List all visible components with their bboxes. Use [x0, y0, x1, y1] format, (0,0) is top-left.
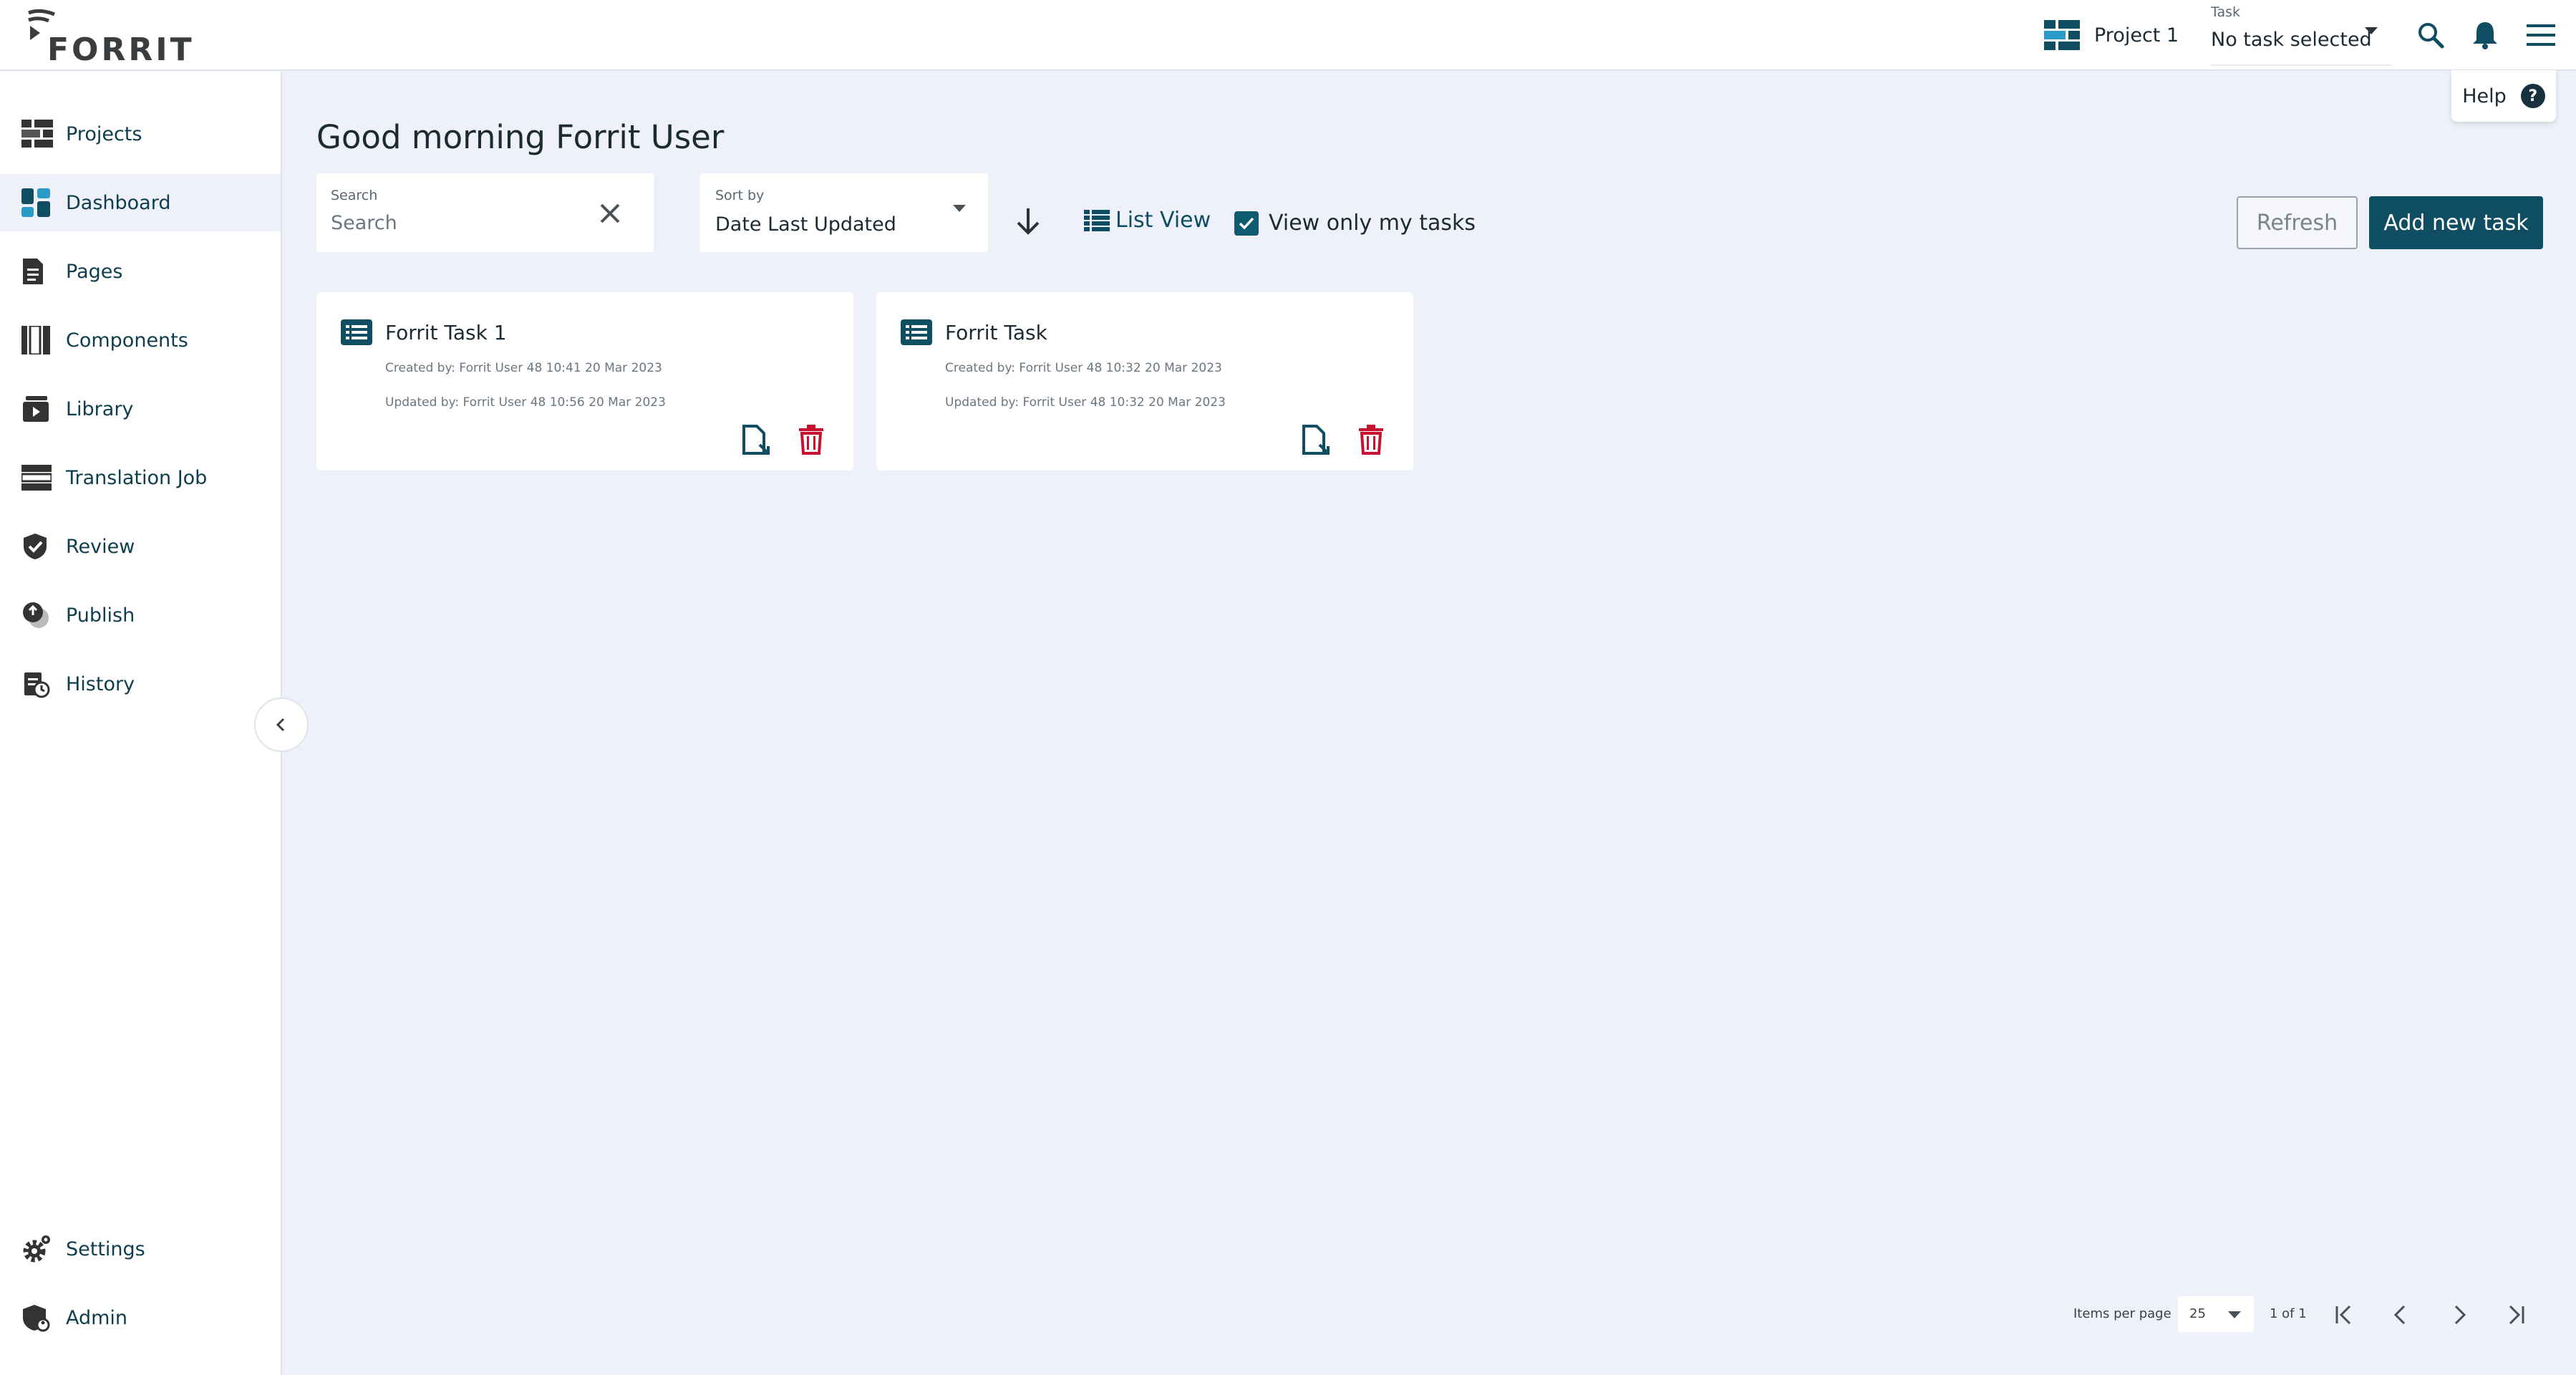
history-icon: [21, 668, 53, 700]
publish-icon: [21, 599, 53, 631]
collapse-sidebar-button[interactable]: [254, 698, 309, 752]
components-icon: [21, 324, 53, 356]
projects-icon: [21, 118, 53, 150]
first-page-icon[interactable]: [2331, 1302, 2357, 1328]
task-list-icon: [901, 319, 932, 345]
hamburger-menu-icon: [2527, 24, 2555, 46]
sidebar-item-settings[interactable]: Settings: [0, 1220, 281, 1278]
sidebar-item-label: Projects: [66, 122, 142, 145]
close-icon[interactable]: [597, 201, 623, 226]
review-icon: [21, 531, 53, 562]
page-icon: [21, 256, 53, 287]
help-label: Help: [2462, 85, 2507, 107]
page-title: Good morning Forrit User: [316, 118, 725, 156]
task-updated: Updated by: Forrit User 48 10:32 20 Mar …: [945, 395, 1226, 410]
help-icon: ?: [2520, 84, 2545, 108]
sort-label: Sort by: [715, 188, 765, 203]
open-task-icon[interactable]: [1301, 425, 1331, 456]
search-icon: [2418, 23, 2444, 49]
sidebar-item-publish[interactable]: Publish: [0, 587, 281, 644]
translation-icon: [21, 462, 53, 493]
sidebar-item-components[interactable]: Components: [0, 312, 281, 369]
dashboard-icon: [21, 187, 53, 218]
sidebar-item-admin[interactable]: Admin: [0, 1289, 281, 1346]
items-per-page-label: Items per page: [2073, 1306, 2171, 1321]
task-updated: Updated by: Forrit User 48 10:56 20 Mar …: [385, 395, 666, 410]
checkbox-checked-icon[interactable]: [1234, 211, 1259, 236]
view-only-my-tasks-checkbox[interactable]: View only my tasks: [1234, 211, 1476, 236]
task-title: Forrit Task: [945, 321, 1047, 344]
help-button[interactable]: Help ?: [2451, 70, 2556, 122]
task-selector[interactable]: Task No task selected: [2211, 3, 2391, 66]
task-card[interactable]: Forrit Task 1 Created by: Forrit User 48…: [316, 292, 853, 471]
last-page-icon[interactable]: [2503, 1302, 2529, 1328]
task-created: Created by: Forrit User 48 10:32 20 Mar …: [945, 361, 1222, 375]
task-title: Forrit Task 1: [385, 321, 507, 344]
sort-by-select[interactable]: Sort by Date Last Updated: [699, 173, 988, 252]
chevron-down-icon: [2365, 27, 2378, 34]
list-view-label: List View: [1115, 208, 1211, 233]
delete-trash-icon[interactable]: [1357, 425, 1385, 455]
main-menu-button[interactable]: [2524, 19, 2557, 52]
bell-icon: [2473, 22, 2497, 49]
sidebar-item-label: History: [66, 672, 135, 695]
logo-text: FORRIT: [47, 32, 195, 68]
library-icon: [21, 393, 53, 425]
sidebar-item-label: Library: [66, 397, 134, 420]
project-icon: [2044, 20, 2080, 50]
chevron-down-icon: [2228, 1311, 2241, 1318]
view-only-my-tasks-label: View only my tasks: [1269, 211, 1476, 236]
project-name: Project 1: [2094, 24, 2179, 47]
chevron-left-icon: [276, 718, 285, 732]
task-list-icon: [341, 319, 372, 345]
sidebar-item-label: Admin: [66, 1306, 128, 1329]
delete-trash-icon[interactable]: [798, 425, 825, 455]
search-field[interactable]: Search: [316, 173, 654, 252]
sidebar-item-label: Settings: [66, 1238, 145, 1260]
admin-icon: [21, 1302, 53, 1333]
sidebar-item-library[interactable]: Library: [0, 380, 281, 438]
sidebar: Projects Dashboard Pages Components Libr…: [0, 72, 282, 1375]
task-card[interactable]: Forrit Task Created by: Forrit User 48 1…: [876, 292, 1413, 471]
sidebar-item-pages[interactable]: Pages: [0, 243, 281, 300]
sidebar-item-label: Publish: [66, 604, 135, 627]
sidebar-item-projects[interactable]: Projects: [0, 105, 281, 163]
chevron-down-icon: [953, 205, 966, 212]
add-new-task-button[interactable]: Add new task: [2369, 196, 2543, 249]
list-view-icon: [1084, 209, 1110, 231]
project-selector[interactable]: Project 1: [2044, 20, 2179, 50]
sidebar-item-history[interactable]: History: [0, 655, 281, 713]
sidebar-item-label: Components: [66, 329, 188, 352]
task-selector-label: Task: [2211, 4, 2241, 20]
sidebar-item-review[interactable]: Review: [0, 518, 281, 575]
previous-page-icon[interactable]: [2388, 1302, 2414, 1328]
task-created: Created by: Forrit User 48 10:41 20 Mar …: [385, 361, 662, 375]
items-per-page-value: 25: [2189, 1306, 2206, 1321]
open-task-icon[interactable]: [741, 425, 771, 456]
sidebar-item-label: Review: [66, 535, 135, 558]
gear-icon: [21, 1233, 53, 1265]
sidebar-item-label: Translation Job: [66, 466, 208, 489]
items-per-page-select[interactable]: 25: [2178, 1296, 2254, 1332]
sidebar-item-translation-job[interactable]: Translation Job: [0, 449, 281, 506]
notifications-button[interactable]: [2469, 19, 2502, 52]
page-info: 1 of 1: [2270, 1306, 2307, 1321]
search-label: Search: [331, 188, 378, 203]
search-button[interactable]: [2414, 19, 2447, 52]
next-page-icon[interactable]: [2446, 1302, 2471, 1328]
sidebar-item-dashboard[interactable]: Dashboard: [0, 174, 281, 231]
refresh-button[interactable]: Refresh: [2237, 196, 2358, 249]
sort-value: Date Last Updated: [715, 213, 896, 236]
sort-direction-arrow-down-icon[interactable]: [1012, 206, 1044, 237]
search-input[interactable]: [331, 212, 589, 234]
top-bar: FORRIT Project 1 Task No task selected: [0, 0, 2576, 71]
sidebar-item-label: Pages: [66, 260, 123, 283]
task-selector-value: No task selected: [2211, 29, 2372, 51]
list-view-toggle[interactable]: List View: [1084, 208, 1211, 233]
sidebar-item-label: Dashboard: [66, 191, 171, 214]
